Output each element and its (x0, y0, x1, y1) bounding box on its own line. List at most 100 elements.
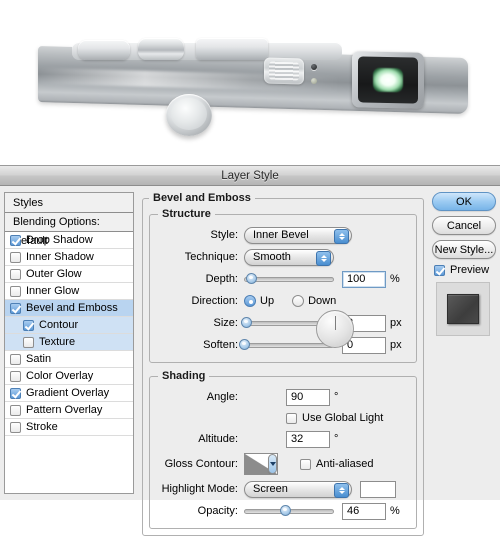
style-row-satin[interactable]: Satin (5, 351, 133, 368)
camera-lens-glow (373, 67, 403, 93)
preview-toggle[interactable]: Preview (434, 264, 496, 276)
angle-dial[interactable] (316, 310, 354, 348)
checkbox-inner-glow[interactable] (10, 285, 21, 297)
label-size: Size: (213, 317, 238, 329)
section-title: Bevel and Emboss (153, 192, 251, 204)
checkbox-contour[interactable] (23, 319, 34, 331)
input-depth-value: 100 (347, 273, 366, 285)
dialog-titlebar[interactable]: Layer Style (0, 166, 500, 186)
ok-button[interactable]: OK (432, 192, 496, 211)
style-label: Stroke (26, 421, 58, 433)
label-angle: Angle: (206, 391, 238, 403)
gloss-contour-dropdown-icon[interactable] (268, 454, 277, 474)
checkbox-preview[interactable] (434, 264, 445, 276)
slider-size-thumb[interactable] (240, 317, 252, 328)
camera-lens (358, 56, 418, 104)
checkbox-inner-shadow[interactable] (10, 251, 21, 263)
checkbox-use-global-light[interactable] (286, 412, 297, 424)
style-row-pattern-overlay[interactable]: Pattern Overlay (5, 402, 133, 419)
row-altitude: Altitude: 32 ° (158, 429, 408, 449)
label-style: Style: (210, 229, 238, 241)
unit-angle: ° (334, 391, 339, 403)
preview-thumbnail-shape (447, 294, 479, 324)
style-label: Contour (39, 319, 79, 331)
select-highlight-mode[interactable]: Screen (244, 480, 352, 498)
chevron-updown-icon[interactable] (334, 482, 349, 498)
input-angle[interactable]: 90 (286, 388, 330, 406)
style-row-contour[interactable]: Contour (5, 317, 133, 334)
input-altitude-value: 32 (291, 433, 304, 445)
style-row-stroke[interactable]: Stroke (5, 419, 133, 436)
style-label: Inner Glow (26, 285, 80, 297)
row-direction: Direction: Up Down (158, 291, 408, 311)
camera-dial-right (196, 38, 268, 60)
row-size: Size: 2 px (158, 313, 408, 333)
checkbox-outer-glow[interactable] (10, 268, 21, 280)
input-opacity[interactable]: 46 (342, 502, 386, 520)
input-altitude[interactable]: 32 (286, 430, 330, 448)
unit-size: px (390, 317, 402, 329)
slider-depth[interactable] (244, 273, 334, 285)
style-row-outer-glow[interactable]: Outer Glow (5, 266, 133, 283)
label-direction-up: Up (260, 295, 275, 307)
slider-soften-track (244, 342, 334, 348)
checkbox-bevel-and-emboss[interactable] (10, 302, 21, 314)
gloss-contour-preview[interactable] (244, 453, 278, 475)
layer-style-dialog: Layer Style Styles Blending Options: Def… (0, 165, 500, 536)
style-label: Color Overlay (26, 370, 94, 382)
dialog-buttons-column: OK Cancel New Style... Preview (428, 192, 496, 500)
row-depth: Depth: 100 % (158, 269, 408, 289)
slider-depth-thumb[interactable] (246, 273, 258, 284)
new-style-button[interactable]: New Style... (432, 240, 496, 259)
row-gloss-contour: Gloss Contour: Anti-aliased (158, 451, 408, 477)
style-label: Outer Glow (26, 268, 82, 280)
input-angle-value: 90 (291, 391, 304, 403)
style-row-inner-glow[interactable]: Inner Glow (5, 283, 133, 300)
unit-altitude: ° (334, 433, 339, 445)
cancel-button[interactable]: Cancel (432, 216, 496, 235)
style-row-bevel-and-emboss[interactable]: Bevel and Emboss (5, 300, 133, 317)
label-use-global-light: Use Global Light (302, 412, 384, 424)
label-anti-aliased: Anti-aliased (316, 458, 374, 470)
radio-direction-up[interactable] (244, 295, 256, 307)
checkbox-gradient-overlay[interactable] (10, 387, 21, 399)
label-direction: Direction: (191, 295, 238, 307)
checkbox-drop-shadow[interactable] (10, 234, 21, 246)
label-gloss-contour: Gloss Contour: (164, 458, 238, 470)
style-row-color-overlay[interactable]: Color Overlay (5, 368, 133, 385)
label-altitude: Altitude: (198, 433, 238, 445)
chevron-updown-icon[interactable] (334, 228, 349, 244)
checkbox-color-overlay[interactable] (10, 370, 21, 382)
style-label: Drop Shadow (26, 234, 93, 246)
checkbox-stroke[interactable] (10, 421, 21, 433)
slider-soften-thumb[interactable] (239, 339, 250, 350)
radio-direction-down[interactable] (292, 295, 305, 307)
styles-panel: Styles Blending Options: Default Drop Sh… (4, 192, 134, 494)
input-depth[interactable]: 100 (342, 270, 386, 288)
style-row-gradient-overlay[interactable]: Gradient Overlay (5, 385, 133, 402)
row-style: Style: Inner Bevel (158, 225, 408, 245)
group-structure: Structure Style: Inner Bevel Technique: … (149, 208, 417, 363)
slider-opacity[interactable] (244, 505, 334, 517)
checkbox-anti-aliased[interactable] (300, 458, 311, 470)
highlight-color-swatch[interactable] (360, 480, 396, 498)
style-row-texture[interactable]: Texture (5, 334, 133, 351)
bevel-and-emboss-panel: Bevel and Emboss Structure Style: Inner … (134, 192, 428, 536)
select-style[interactable]: Inner Bevel (244, 226, 352, 244)
style-label: Inner Shadow (26, 251, 94, 263)
checkbox-satin[interactable] (10, 353, 21, 365)
camera-dial-center (138, 38, 184, 60)
select-technique[interactable]: Smooth (244, 248, 334, 266)
select-technique-value: Smooth (253, 251, 291, 263)
slider-opacity-thumb[interactable] (280, 505, 292, 516)
checkbox-texture[interactable] (23, 336, 34, 348)
checkbox-pattern-overlay[interactable] (10, 404, 21, 416)
unit-soften: px (390, 339, 402, 351)
group-shading: Shading Angle: 90 ° Use Global Light Alt… (149, 310, 417, 529)
angle-dial-hand (335, 316, 336, 330)
blending-options-row[interactable]: Blending Options: Default (5, 213, 133, 247)
label-soften: Soften: (203, 339, 238, 351)
row-technique: Technique: Smooth (158, 247, 408, 267)
style-row-inner-shadow[interactable]: Inner Shadow (5, 249, 133, 266)
chevron-updown-icon[interactable] (316, 250, 331, 266)
